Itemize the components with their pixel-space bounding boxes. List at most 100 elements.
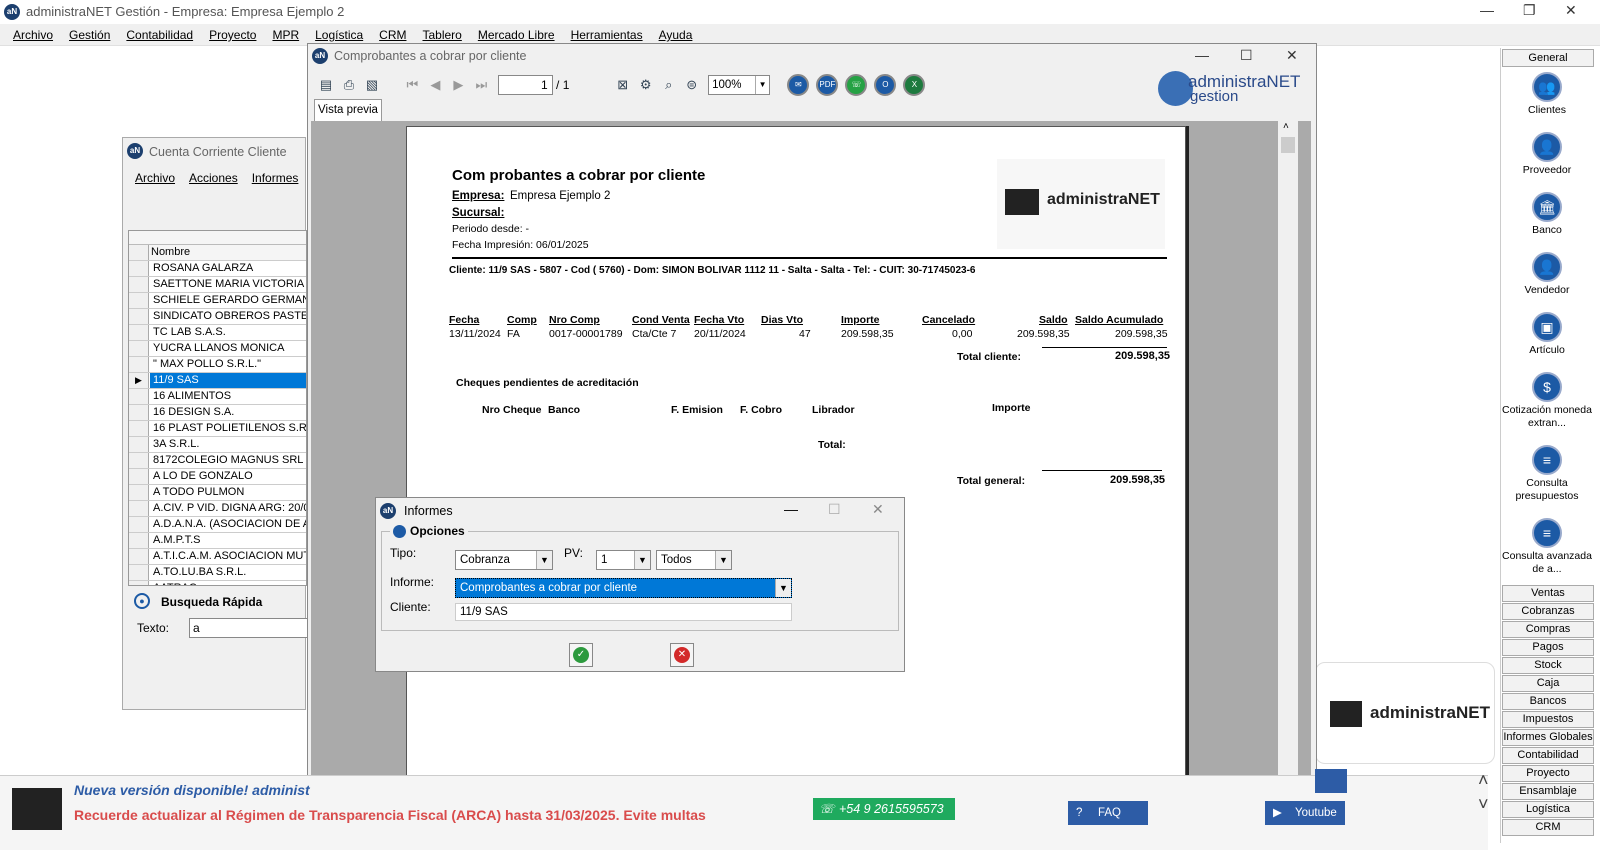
prev-page-icon[interactable]: ◀ [425,75,445,95]
print-icon[interactable]: ⎙ [339,75,359,95]
pv-combo[interactable]: 1 ▼ [596,550,651,570]
table-row[interactable]: A TODO PULMON [129,485,306,501]
sidebar-button-stock[interactable]: Stock [1502,657,1594,674]
table-row[interactable]: 8172COLEGIO MAGNUS SRL [129,453,306,469]
new-version-notice[interactable]: Nueva versión disponible! administ [74,782,310,798]
table-row[interactable]: YUCRA LLANOS MONICA [129,341,306,357]
sidebar-button-ensamblaje[interactable]: Ensamblaje [1502,783,1594,800]
menu-informes[interactable]: Informes [252,171,299,185]
sidebar-button-pagos[interactable]: Pagos [1502,639,1594,656]
excel-icon[interactable]: X [903,74,926,96]
table-row[interactable]: A.T.I.C.A.M. ASOCIACION MUTU [129,549,306,565]
sidebar-button-crm[interactable]: CRM [1502,819,1594,836]
sidebar-button-ventas[interactable]: Ventas [1502,585,1594,602]
informe-combo[interactable]: Comprobantes a cobrar por cliente ▼ [455,578,792,598]
clients-grid[interactable]: Nombre ROSANA GALARZA SAETTONE MARIA VICT… [128,230,307,586]
menu-proyecto[interactable]: Proyecto [201,24,264,46]
table-row[interactable]: TC LAB S.A.S. [129,325,306,341]
menu-acciones[interactable]: Acciones [189,171,238,185]
youtube-button[interactable]: ▶ Youtube [1265,801,1345,825]
table-row[interactable]: A.TO.LU.BA S.R.L. [129,565,306,581]
find-icon[interactable]: ⌕ [659,75,679,95]
sidebar-button-proyecto[interactable]: Proyecto [1502,765,1594,782]
table-row[interactable]: 16 PLAST POLIETILENOS S.R.L [129,421,306,437]
minimize-icon[interactable]: — [784,501,798,517]
sidebar-button-contabilidad[interactable]: Contabilidad [1502,747,1594,764]
sidebar-button-impuestos[interactable]: Impuestos [1502,711,1594,728]
minimize-icon[interactable]: — [1480,2,1494,18]
table-row[interactable]: A LO DE GONZALO [129,469,306,485]
faq-button[interactable]: ? FAQ [1068,801,1148,825]
chevron-up-icon[interactable]: ˄ [1478,770,1489,791]
sidebar-button-caja[interactable]: Caja [1502,675,1594,692]
table-row[interactable]: A.CIV. P VID. DIGNA ARG: 20/00- [129,501,306,517]
sidebar-button-logistica[interactable]: Logística [1502,801,1594,818]
sidebar-item-clientes[interactable]: 👥 Clientes [1501,68,1593,128]
email-icon[interactable]: ✉ [787,74,810,96]
sidebar-header-general[interactable]: General [1502,49,1594,67]
table-row[interactable]: 16 ALIMENTOS [129,389,306,405]
chevron-up-icon[interactable]: ˄ [1283,121,1289,132]
banner-button[interactable] [1315,769,1347,793]
texto-input[interactable]: a [189,618,309,638]
table-row[interactable]: AATRAC [129,581,306,585]
vertical-scrollbar[interactable]: ˄ [1278,121,1298,809]
chevron-down-icon[interactable]: ˅ [1478,794,1489,815]
cancel-button[interactable]: ✕ [670,643,694,667]
export-icon[interactable]: ▤ [316,75,336,95]
pdf-icon[interactable]: PDF [816,74,839,96]
maximize-icon[interactable]: ☐ [828,501,841,518]
table-row[interactable]: 16 DESIGN S.A. [129,405,306,421]
menu-contabilidad[interactable]: Contabilidad [118,24,201,46]
outlook-icon[interactable]: O [874,74,897,96]
sidebar-item-articulo[interactable]: ▣ Artículo [1501,308,1593,368]
sidebar-item-cotizacion[interactable]: $ Cotización moneda extran... [1501,368,1593,441]
sidebar-item-vendedor[interactable]: 👤 Vendedor [1501,248,1593,308]
table-row[interactable]: ▶ 11/9 SAS [129,373,306,389]
tree-icon[interactable]: ⚙ [636,75,656,95]
table-row[interactable]: SINDICATO OBREROS PASTELE [129,309,306,325]
whatsapp-icon[interactable]: ☏ [845,74,868,96]
sidebar-button-informes-globales[interactable]: Informes Globales [1502,729,1594,746]
sidebar-button-bancos[interactable]: Bancos [1502,693,1594,710]
table-row[interactable]: SAETTONE MARIA VICTORIA [129,277,306,293]
close-preview-icon[interactable]: ⊠ [613,75,633,95]
menu-archivo[interactable]: Archivo [135,171,175,185]
accept-button[interactable]: ✓ [569,643,593,667]
scroll-thumb[interactable] [1281,137,1295,153]
maximize-icon[interactable]: ☐ [1240,47,1253,64]
close-icon[interactable]: ✕ [872,501,884,518]
pv-todos-combo[interactable]: Todos ▼ [656,550,732,570]
menu-archivo[interactable]: Archivo [5,24,61,46]
menu-gestion[interactable]: Gestión [61,24,118,46]
brand-sub-text: gestion [1190,88,1239,105]
restore-icon[interactable]: ❐ [1523,2,1536,19]
last-page-icon[interactable]: ⏭ [471,75,491,95]
table-row[interactable]: SCHIELE GERARDO GERMAN [129,293,306,309]
sidebar-item-consulta-avanzada[interactable]: ≡ Consulta avanzada de a... [1501,514,1593,584]
close-icon[interactable]: ✕ [1286,47,1298,64]
minimize-icon[interactable]: — [1195,47,1209,63]
sidebar-item-presupuestos[interactable]: ≡ Consulta presupuestos [1501,441,1593,514]
sidebar-button-compras[interactable]: Compras [1502,621,1594,638]
sidebar-item-proveedor[interactable]: 👤 Proveedor [1501,128,1593,188]
close-icon[interactable]: ✕ [1565,2,1577,19]
zoom-combo[interactable]: 100% ▼ [708,75,771,95]
binoculars-icon[interactable]: ⊜ [682,75,702,95]
pages-icon[interactable]: ▧ [362,75,382,95]
tab-vista-previa[interactable]: Vista previa [314,99,382,121]
table-row[interactable]: ROSANA GALARZA [129,261,306,277]
cliente-field[interactable]: 11/9 SAS [455,603,792,621]
table-row[interactable]: A.M.P.T.S [129,533,306,549]
menu-mpr[interactable]: MPR [264,24,307,46]
whatsapp-button[interactable]: ☏ +54 9 2615595573 [813,798,955,820]
next-page-icon[interactable]: ▶ [448,75,468,95]
page-number-input[interactable]: 1 [497,75,553,95]
table-row[interactable]: A.D.A.N.A. (ASOCIACION DE AM [129,517,306,533]
tipo-combo[interactable]: Cobranza ▼ [455,550,553,570]
sidebar-item-banco[interactable]: 🏛 Banco [1501,188,1593,248]
sidebar-button-cobranzas[interactable]: Cobranzas [1502,603,1594,620]
table-row[interactable]: 3A S.R.L. [129,437,306,453]
first-page-icon[interactable]: ⏮ [402,75,422,95]
table-row[interactable]: " MAX POLLO S.R.L." [129,357,306,373]
